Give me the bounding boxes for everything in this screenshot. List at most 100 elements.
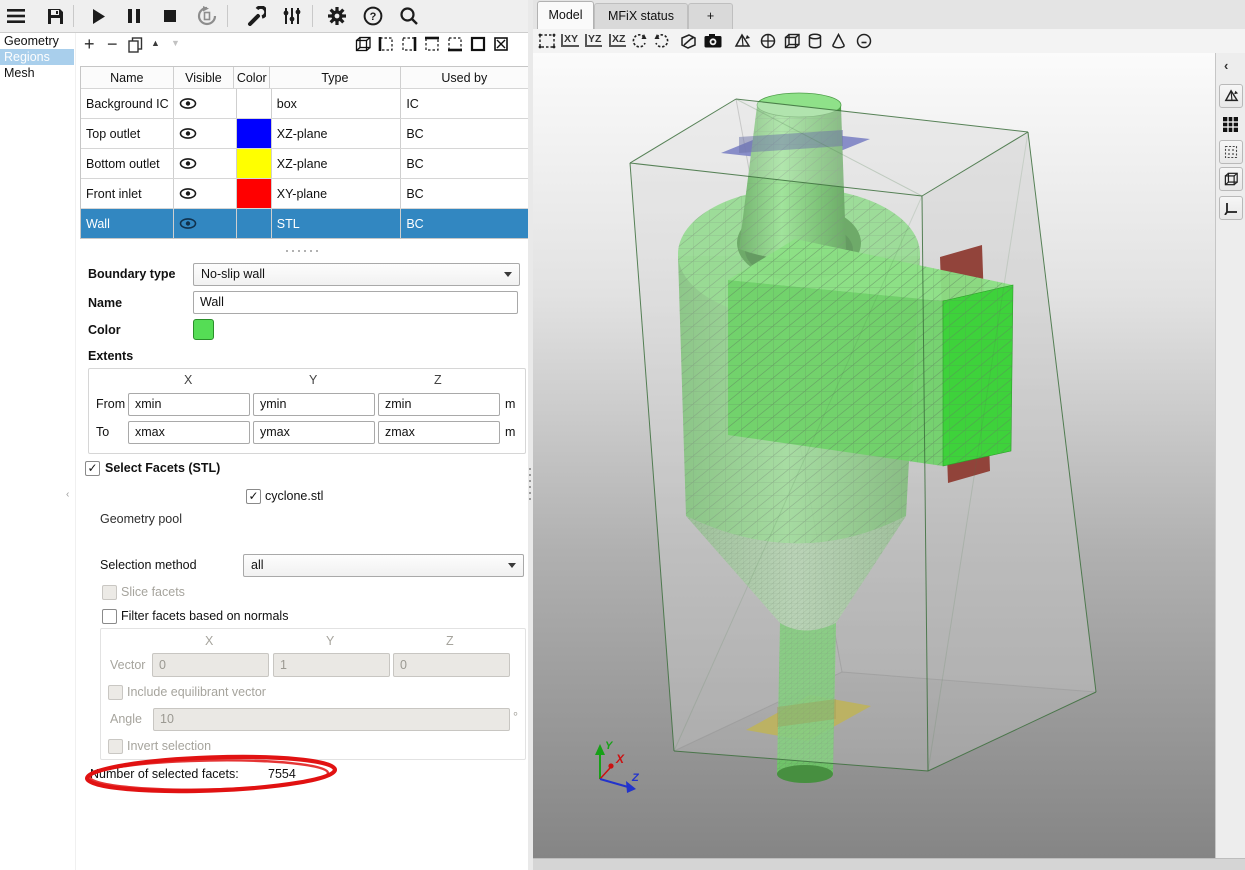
nav-item-regions[interactable]: Regions	[0, 49, 74, 65]
xmax-input[interactable]: xmax	[128, 421, 250, 444]
table-row[interactable]: Bottom outlet XZ-plane BC	[81, 149, 528, 179]
normals-header-y: Y	[326, 634, 334, 648]
color-swatch[interactable]	[237, 119, 270, 148]
eye-icon[interactable]	[179, 128, 197, 139]
cylinder-icon[interactable]	[808, 33, 822, 49]
region-type: STL	[272, 209, 402, 238]
region-color-swatch[interactable]	[193, 319, 214, 340]
cone-icon[interactable]	[831, 33, 846, 49]
tab-mfix-status[interactable]: MFiX status	[594, 3, 688, 29]
duplicate-region-button[interactable]	[128, 37, 143, 53]
reset-view-icon[interactable]	[538, 33, 556, 49]
tab-model[interactable]: Model	[537, 1, 594, 30]
mesh-grid-icon[interactable]	[1220, 114, 1240, 134]
region-type: XZ-plane	[272, 149, 402, 178]
plane-left-icon[interactable]	[378, 36, 394, 52]
collapse-arrow-icon[interactable]: ‹	[1224, 58, 1228, 73]
eye-icon[interactable]	[179, 158, 197, 169]
help-icon[interactable]: ?	[361, 4, 385, 28]
view-yz-button[interactable]: YZ	[585, 34, 602, 47]
play-icon[interactable]	[88, 5, 110, 27]
select-facets-checkbox[interactable]: ✓	[85, 461, 100, 476]
view-xz-button[interactable]: XZ	[609, 34, 626, 47]
color-swatch[interactable]	[237, 179, 270, 208]
stl-file-checkbox[interactable]: ✓	[246, 489, 261, 504]
ymin-input[interactable]: ymin	[253, 393, 375, 416]
wireframe-sphere-icon[interactable]	[760, 33, 776, 49]
stl-toggle-button[interactable]	[1219, 84, 1243, 108]
move-down-button[interactable]: ▼	[171, 38, 180, 48]
reset-icon[interactable]	[195, 4, 219, 28]
col-header-name[interactable]: Name	[81, 67, 174, 88]
sliders-icon[interactable]	[280, 4, 304, 28]
stl-normals-icon[interactable]	[734, 33, 751, 49]
mode-nav	[0, 33, 76, 870]
view-xy-button[interactable]: XY	[561, 34, 579, 47]
save-icon[interactable]	[44, 5, 66, 27]
region-name: Bottom outlet	[81, 149, 174, 178]
col-header-visible[interactable]: Visible	[174, 67, 235, 88]
table-row[interactable]: Front inlet XY-plane BC	[81, 179, 528, 209]
eye-icon[interactable]	[179, 98, 197, 109]
geometry-cube-button[interactable]	[1219, 167, 1243, 191]
filter-facets-checkbox[interactable]	[102, 609, 117, 624]
eye-icon[interactable]	[179, 218, 197, 229]
zmin-input[interactable]: zmin	[378, 393, 500, 416]
zmax-input[interactable]: zmax	[378, 421, 500, 444]
rotate-cw-icon[interactable]	[654, 33, 670, 49]
ymax-input[interactable]: ymax	[253, 421, 375, 444]
col-header-color[interactable]: Color	[234, 67, 270, 88]
wireframe-cube-icon[interactable]	[784, 33, 801, 49]
plane-right-icon[interactable]	[401, 36, 417, 52]
angle-input: 10	[153, 708, 510, 731]
invert-selection-checkbox	[108, 739, 123, 754]
region-name: Background IC	[81, 89, 174, 118]
splitter-handle[interactable]	[286, 250, 320, 253]
col-header-type[interactable]: Type	[270, 67, 400, 88]
region-dots-button[interactable]	[1219, 140, 1243, 164]
remove-region-button[interactable]: −	[107, 34, 118, 55]
nav-item-mesh[interactable]: Mesh	[0, 65, 74, 81]
camera-icon[interactable]	[704, 34, 722, 48]
color-swatch[interactable]	[237, 209, 270, 238]
origin-marker-icon[interactable]	[856, 33, 872, 49]
normals-header-z: Z	[446, 634, 454, 648]
viewport-3d[interactable]: Y X Z	[533, 53, 1215, 858]
col-header-usedby[interactable]: Used by	[401, 67, 528, 88]
axis-z-label: Z	[631, 772, 640, 784]
eye-icon[interactable]	[179, 188, 197, 199]
selection-method-select[interactable]: all	[243, 554, 524, 577]
pause-icon[interactable]	[123, 5, 145, 27]
stop-icon[interactable]	[159, 5, 181, 27]
add-region-button[interactable]: +	[84, 34, 95, 55]
color-swatch[interactable]	[237, 89, 270, 118]
xmin-input[interactable]: xmin	[128, 393, 250, 416]
slice-facets-checkbox	[102, 585, 117, 600]
rotate-ccw-icon[interactable]	[631, 33, 647, 49]
box-region-icon[interactable]	[355, 36, 372, 53]
region-usedby: BC	[401, 149, 528, 178]
square-region-icon[interactable]	[470, 36, 486, 52]
name-input[interactable]: Wall	[193, 291, 518, 314]
no-region-icon[interactable]	[493, 36, 509, 52]
vector-label: Vector	[110, 658, 145, 672]
boundary-type-select[interactable]: No-slip wall	[193, 263, 520, 286]
table-row-selected[interactable]: Wall STL BC	[81, 209, 528, 238]
menu-icon[interactable]	[5, 5, 27, 27]
panel-collapse-icon[interactable]: ‹	[66, 489, 69, 500]
axes-corner-button[interactable]	[1219, 196, 1243, 220]
table-row[interactable]: Top outlet XZ-plane BC	[81, 119, 528, 149]
plane-top-icon[interactable]	[424, 36, 440, 52]
perspective-icon[interactable]	[680, 33, 697, 49]
vector-z-input: 0	[393, 653, 510, 677]
region-usedby: IC	[401, 89, 528, 118]
color-swatch[interactable]	[237, 149, 270, 178]
search-icon[interactable]	[397, 4, 421, 28]
nav-item-geometry[interactable]: Geometry	[0, 33, 74, 49]
gear-icon[interactable]	[325, 4, 349, 28]
tab-add[interactable]: +	[688, 3, 733, 29]
table-row[interactable]: Background IC box IC	[81, 89, 528, 119]
wrench-icon[interactable]	[244, 4, 268, 28]
move-up-button[interactable]: ▲	[151, 38, 160, 48]
plane-bottom-icon[interactable]	[447, 36, 463, 52]
